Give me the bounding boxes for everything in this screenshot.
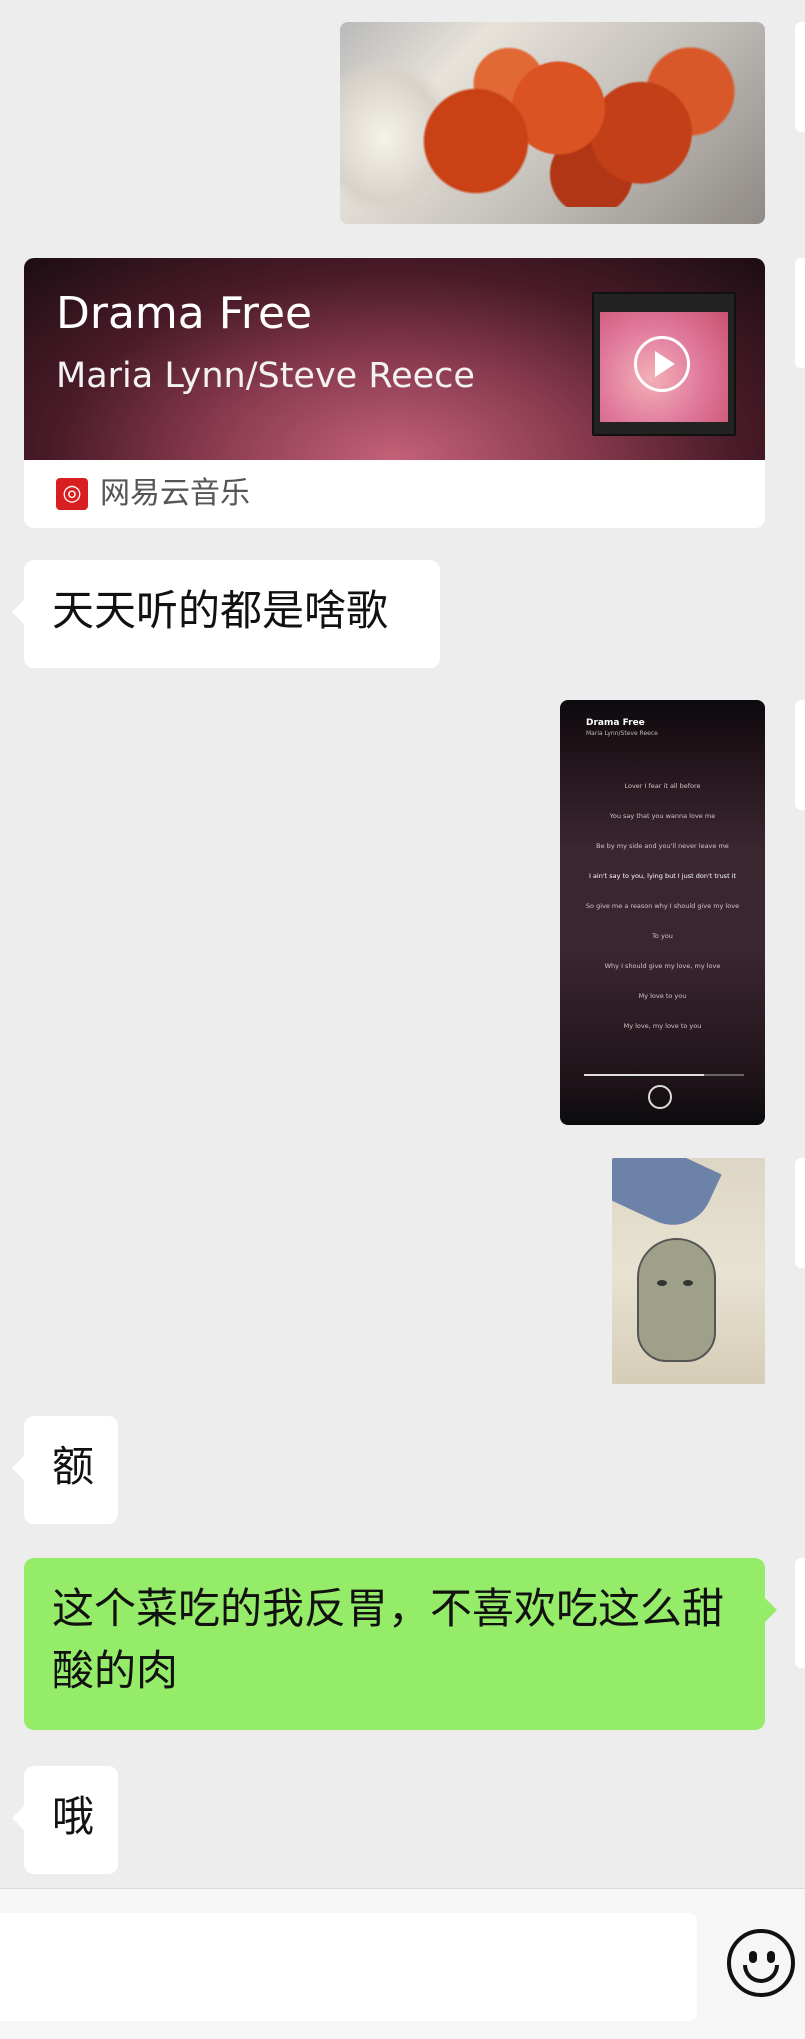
- lyric-line: To you: [652, 932, 673, 940]
- sticker-message[interactable]: [612, 1158, 765, 1384]
- music-source-label: 网易云音乐: [100, 476, 250, 511]
- cartoon-character: [637, 1238, 716, 1362]
- lyric-line: Lover I fear it all before: [624, 782, 701, 790]
- avatar[interactable]: [795, 700, 805, 810]
- screenshot-song-artist: Maria Lynn/Steve Reece: [586, 730, 658, 737]
- eye: [767, 1951, 775, 1963]
- emoji-smile-icon[interactable]: [727, 1929, 795, 1997]
- message-input[interactable]: [0, 1913, 697, 2021]
- food-photo-message[interactable]: [340, 22, 765, 224]
- music-card-banner: Drama Free Maria Lynn/Steve Reece: [24, 258, 765, 460]
- avatar[interactable]: [795, 258, 805, 368]
- song-artist: Maria Lynn/Steve Reece: [56, 356, 475, 396]
- chat-input-bar: [0, 1888, 805, 2039]
- lyrics-screenshot-message[interactable]: Drama Free Maria Lynn/Steve Reece Lover …: [560, 700, 765, 1125]
- netease-cloud-music-icon: ◎: [56, 478, 88, 510]
- album-cover[interactable]: [592, 292, 736, 436]
- music-share-card[interactable]: Drama Free Maria Lynn/Steve Reece ◎ 网易云音…: [24, 258, 765, 528]
- message-text: 额: [52, 1442, 95, 1491]
- message-text: 天天听的都是啥歌: [52, 586, 389, 635]
- lyric-line: My love, my love to you: [623, 1022, 702, 1030]
- message-text: 这个菜吃的我反胃，不喜欢吃这么甜酸的肉: [52, 1584, 725, 1695]
- lyric-line: I ain't say to you, lying but I just don…: [588, 872, 737, 880]
- message-bubble[interactable]: 天天听的都是啥歌: [12, 560, 440, 668]
- avatar[interactable]: [795, 1158, 805, 1268]
- eye: [657, 1280, 667, 1286]
- play-icon[interactable]: [634, 336, 690, 392]
- lyric-line: You say that you wanna love me: [609, 812, 716, 820]
- pause-icon: [648, 1085, 672, 1109]
- music-card-footer: ◎ 网易云音乐: [24, 460, 765, 528]
- eye: [683, 1280, 693, 1286]
- message-bubble[interactable]: 这个菜吃的我反胃，不喜欢吃这么甜酸的肉: [24, 1558, 777, 1730]
- lyric-line: Be by my side and you'll never leave me: [596, 842, 729, 850]
- sweet-sour-meat: [410, 42, 740, 207]
- message-text: 哦: [52, 1792, 95, 1841]
- lyric-line: So give me a reason why I should give my…: [585, 902, 740, 910]
- message-bubble[interactable]: 哦: [12, 1766, 118, 1874]
- mouth: [743, 1965, 779, 1983]
- player-controls: [560, 1085, 765, 1111]
- eye: [749, 1951, 757, 1963]
- avatar[interactable]: [795, 1558, 805, 1668]
- screenshot-song-title: Drama Free: [586, 718, 645, 728]
- hand: [612, 1158, 722, 1238]
- song-title: Drama Free: [56, 288, 313, 339]
- message-bubble[interactable]: 额: [12, 1416, 118, 1524]
- avatar[interactable]: [795, 22, 805, 132]
- progress-bar: [584, 1074, 744, 1076]
- lyric-line: My love to you: [638, 992, 687, 1000]
- lyric-line: Why I should give my love, my love: [604, 962, 721, 970]
